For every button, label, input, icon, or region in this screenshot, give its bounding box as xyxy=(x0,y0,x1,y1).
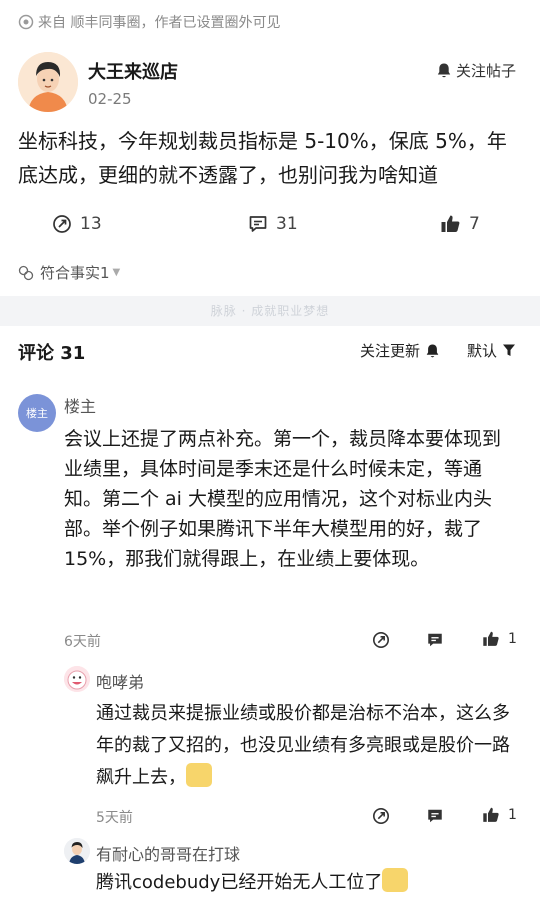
sort-filter-icon xyxy=(503,344,515,356)
thumbs-up-icon xyxy=(441,215,460,232)
follow-updates-button[interactable]: 关注更新 xyxy=(360,340,440,361)
post-source[interactable]: 来自 顺丰同事圈，作者已设置圈外可见 xyxy=(18,12,280,32)
comment-count: 31 xyxy=(276,214,298,234)
comment-actions: 1 xyxy=(372,630,522,650)
follow-post-button[interactable]: 关注帖子 xyxy=(436,60,516,81)
reply-time: 5天前 xyxy=(96,810,133,826)
share-icon xyxy=(53,215,71,233)
share-icon[interactable] xyxy=(372,807,390,825)
comment-icon xyxy=(249,216,267,232)
reply-body: 腾讯codebudy已经开始无人工位了 xyxy=(96,867,518,899)
reply-body: 通过裁员来提振业绩或股价都是治标不治本，这么多年的裁了又招的，也没见业绩有多亮眼… xyxy=(96,698,518,794)
comment-button[interactable]: 31 xyxy=(248,214,298,234)
post-source-text: 来自 顺丰同事圈，作者已设置圈外可见 xyxy=(38,15,281,31)
author-avatar-illustration xyxy=(18,52,78,112)
reply-icon[interactable] xyxy=(426,631,444,649)
comments-title: 评论 31 xyxy=(18,343,86,364)
circle-source-icon xyxy=(18,14,34,30)
comment-author[interactable]: 楼主 xyxy=(64,393,96,417)
like-button[interactable]: 7 xyxy=(440,214,480,234)
fact-check-icon xyxy=(18,265,34,280)
post-action-bar: 13 31 7 xyxy=(0,214,540,244)
comment-time: 6天前 xyxy=(64,634,101,650)
sort-button[interactable]: 默认 xyxy=(467,340,516,361)
reply-actions: 1 xyxy=(372,806,522,826)
post-body: 坐标科技，今年规划裁员指标是 5-10%，保底 5%，年底达成，更细的就不透露了… xyxy=(18,129,507,187)
sort-label: 默认 xyxy=(466,342,497,360)
emoji-sticker-icon xyxy=(186,763,212,787)
author-name[interactable]: 大王来巡店 xyxy=(88,58,178,84)
share-count: 13 xyxy=(80,214,102,234)
author-avatar[interactable] xyxy=(18,52,78,112)
follow-updates-label: 关注更新 xyxy=(359,342,420,360)
chevron-down-icon: ▼ xyxy=(112,267,121,278)
share-button[interactable]: 13 xyxy=(52,214,102,234)
reply-icon[interactable] xyxy=(426,807,444,825)
reply-body-text: 通过裁员来提振业绩或股价都是治标不治本，这么多年的裁了又招的，也没见业绩有多亮眼… xyxy=(96,703,510,788)
bell-icon xyxy=(426,343,439,357)
emoji-sticker-icon xyxy=(382,868,409,892)
fact-check-label: 符合事实1 xyxy=(40,264,110,282)
watermark: 脉脉 · 成就职业梦想 xyxy=(210,304,330,318)
reply-avatar-illustration xyxy=(64,838,90,864)
reply-author[interactable]: 咆哮弟 xyxy=(96,669,144,693)
reply-author[interactable]: 有耐心的哥哥在打球 xyxy=(96,841,240,865)
bell-icon xyxy=(437,63,451,78)
reply-avatar[interactable] xyxy=(64,838,90,864)
comment-body: 会议上还提了两点补充。第一个，裁员降本要体现到业绩里，具体时间是季末还是什么时候… xyxy=(64,428,502,570)
thumbs-up-icon xyxy=(483,631,499,646)
post-date: 02-25 xyxy=(88,90,132,108)
reply-avatar-illustration xyxy=(64,666,90,692)
share-icon[interactable] xyxy=(372,631,390,649)
comment-avatar-label: 楼主 xyxy=(26,407,48,420)
reply-body-text: 腾讯codebudy已经开始无人工位了 xyxy=(96,872,383,893)
comment-avatar[interactable]: 楼主 xyxy=(18,394,56,432)
fact-check-button[interactable]: 符合事实1 ▼ xyxy=(18,262,120,283)
follow-post-label: 关注帖子 xyxy=(455,62,516,80)
comment-like-count: 1 xyxy=(508,631,517,647)
reply-avatar[interactable] xyxy=(64,666,90,692)
thumbs-up-icon xyxy=(483,807,499,822)
comment-like-button[interactable]: 1 xyxy=(482,630,517,648)
reply-like-button[interactable]: 1 xyxy=(482,806,517,824)
like-count: 7 xyxy=(469,214,480,234)
reply-like-count: 1 xyxy=(508,807,517,823)
